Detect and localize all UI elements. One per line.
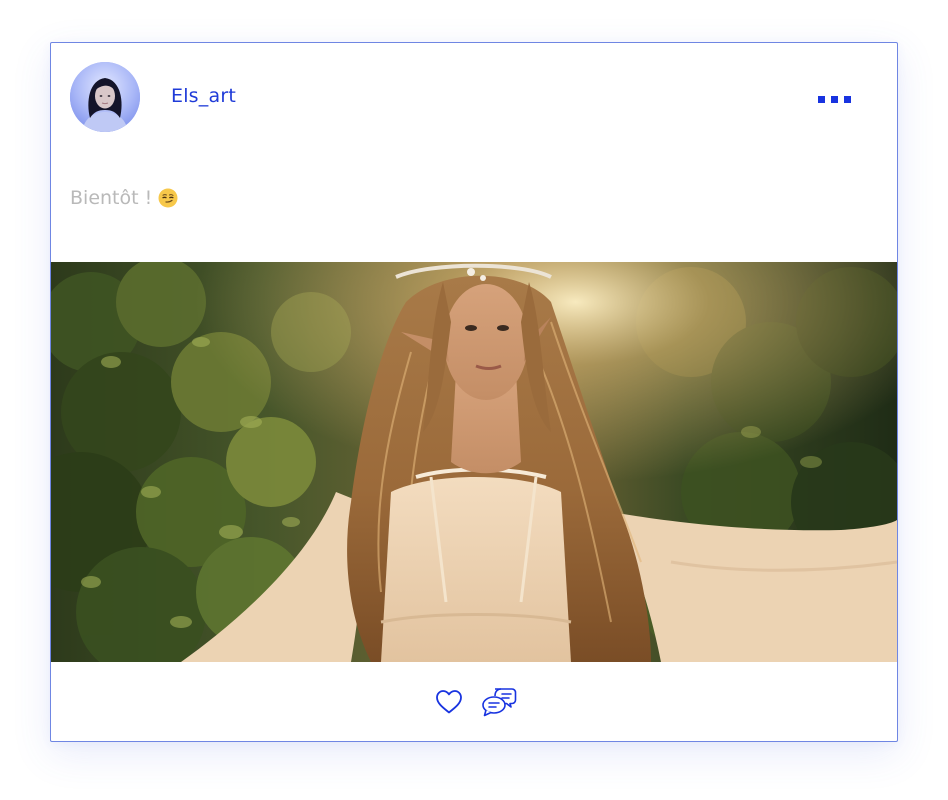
post-actions (51, 662, 897, 742)
post-card: Els_art Bientôt ! (50, 42, 898, 742)
more-dots-icon (830, 95, 838, 103)
like-button[interactable] (431, 684, 467, 720)
elf-costume-photo (51, 262, 897, 662)
heart-icon (436, 690, 462, 714)
username-link[interactable]: Els_art (171, 85, 236, 107)
avatar[interactable] (70, 62, 140, 132)
smirking-face-icon (158, 188, 178, 208)
profile-photo-icon (70, 62, 140, 132)
chat-bubbles-icon (482, 688, 517, 717)
more-dots-icon (843, 95, 851, 103)
more-options-button[interactable] (809, 87, 859, 111)
caption-text: Bientôt ! (70, 187, 153, 209)
comment-button[interactable] (481, 684, 517, 720)
post-caption: Bientôt ! (70, 187, 178, 209)
post-image[interactable] (51, 262, 897, 662)
post-header: Els_art (51, 43, 897, 153)
more-dots-icon (817, 95, 825, 103)
